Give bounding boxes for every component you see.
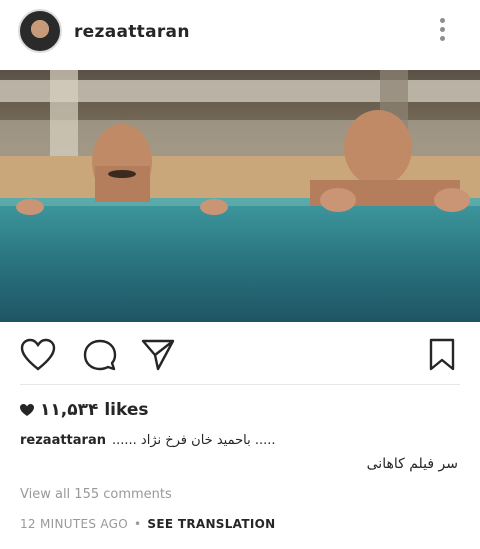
post-header: rezaattaran — [0, 0, 480, 70]
likes-suffix: likes — [104, 400, 149, 420]
small-heart-icon — [20, 403, 34, 416]
caption: rezaattaran ...... باحمید خان فرخ نژاد .… — [20, 433, 276, 448]
more-vertical-icon[interactable] — [436, 18, 448, 46]
avatar[interactable] — [18, 9, 62, 53]
heart-icon[interactable] — [20, 338, 56, 372]
post-meta: 12 MINUTES AGO • SEE TRANSLATION — [20, 517, 275, 531]
see-translation-link[interactable]: SEE TRANSLATION — [147, 517, 275, 531]
send-icon[interactable] — [140, 338, 176, 372]
username[interactable]: rezaattaran — [74, 22, 190, 42]
comment-icon[interactable] — [82, 338, 118, 372]
caption-text-line2: سر فیلم کاهانی — [366, 456, 458, 472]
post-image[interactable] — [0, 70, 480, 322]
view-all-comments-link[interactable]: View all 155 comments — [20, 487, 172, 502]
likes-count[interactable]: ۱۱,۵۳۴ likes — [20, 400, 149, 420]
pool-photo — [0, 70, 480, 322]
action-bar — [0, 330, 480, 380]
post-time: 12 MINUTES AGO — [20, 517, 129, 531]
meta-separator: • — [134, 517, 142, 531]
caption-username[interactable]: rezaattaran — [20, 433, 106, 448]
caption-text-line1: ...... باحمید خان فرخ نژاد ..... — [111, 433, 276, 448]
divider — [20, 384, 460, 385]
bookmark-icon[interactable] — [428, 338, 456, 372]
likes-number: ۱۱,۵۳۴ — [40, 400, 99, 420]
